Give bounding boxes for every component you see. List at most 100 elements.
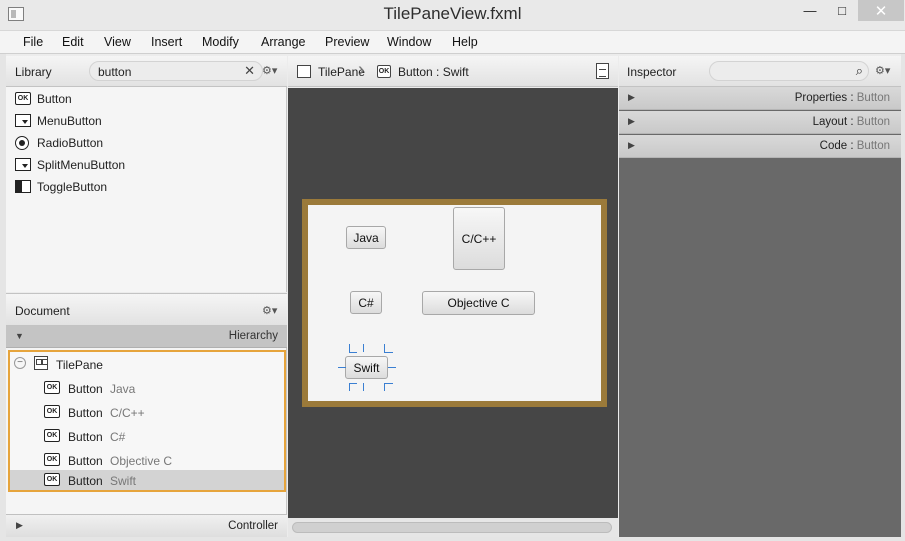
library-title: Library (15, 65, 52, 79)
section-title: Code : Button (819, 140, 890, 152)
tree-row-button-cpp[interactable]: OK Button C/C++ (10, 400, 284, 424)
triangle-right-icon: ▶ (628, 116, 635, 126)
handle-bottom-left-h[interactable] (349, 383, 357, 384)
handle-top-left-h[interactable] (349, 352, 357, 353)
hierarchy-label: Hierarchy (228, 330, 278, 342)
horizontal-scrollbar[interactable] (288, 518, 618, 537)
tree-node-text: C/C++ (110, 406, 145, 420)
triangle-right-icon: ▶ (628, 140, 635, 150)
handle-bottom-right-h[interactable] (384, 383, 393, 384)
tree-row-tilepane[interactable]: − TilePane (10, 352, 284, 376)
hierarchy-tree: − TilePane OK Button Java OK Button C/C+… (8, 350, 286, 492)
tree-node-type: Button (68, 454, 103, 468)
section-target: Button (856, 116, 890, 128)
library-list: OK Button MenuButton RadioButton SplitMe… (6, 88, 287, 198)
library-gear-icon[interactable]: ⚙▾ (262, 64, 277, 77)
breadcrumb-current[interactable]: Button : Swift (398, 65, 469, 79)
tree-node-text: Objective C (110, 454, 173, 468)
canvas-button-cpp[interactable]: C/C++ (453, 207, 505, 270)
menu-window[interactable]: Window (387, 35, 431, 49)
ok-button-icon: OK (44, 381, 60, 394)
library-item-label: MenuButton (37, 114, 102, 128)
hierarchy-section[interactable]: ▼ Hierarchy (6, 326, 287, 348)
search-icon: ⌕ (855, 63, 863, 78)
canvas-button-java[interactable]: Java (346, 226, 386, 249)
inspector-section-properties[interactable]: ▶ Properties : Button (619, 87, 901, 110)
section-title: Layout : Button (812, 116, 890, 128)
triangle-right-icon: ▶ (16, 520, 23, 530)
inspector-panel: Inspector ⌕ ⚙▾ ▶ Properties : Button ▶ L… (619, 56, 901, 537)
document-header: Document ⚙▾ (6, 293, 287, 326)
minimize-button[interactable]: — (796, 0, 824, 21)
breadcrumb: TilePane › OK Button : Swift (288, 56, 618, 87)
library-item-label: SplitMenuButton (37, 158, 126, 172)
handle-top-left-v[interactable] (349, 344, 350, 352)
toggle-button-icon (15, 180, 31, 193)
inspector-gear-icon[interactable]: ⚙▾ (875, 64, 890, 77)
menu-insert[interactable]: Insert (151, 35, 182, 49)
menu-edit[interactable]: Edit (62, 35, 84, 49)
handle-bottom-center[interactable] (363, 383, 364, 391)
menu-button-icon (15, 114, 31, 127)
menu-modify[interactable]: Modify (202, 35, 239, 49)
handle-bottom-left-v[interactable] (349, 383, 350, 391)
inspector-section-code[interactable]: ▶ Code : Button (619, 135, 901, 158)
library-search[interactable]: ✕ (89, 61, 263, 81)
library-item-radiobutton[interactable]: RadioButton (6, 132, 287, 154)
clear-search-icon[interactable]: ✕ (244, 63, 255, 79)
library-item-menubutton[interactable]: MenuButton (6, 110, 287, 132)
document-icon[interactable] (596, 63, 609, 79)
library-header: Library ✕ ⚙▾ (6, 56, 287, 87)
tilepane[interactable]: Java C/C++ C# Objective C Swift (302, 199, 607, 407)
menu-help[interactable]: Help (452, 35, 478, 49)
section-name: Layout (812, 116, 848, 128)
menu-arrange[interactable]: Arrange (261, 35, 305, 49)
handle-top-right-h[interactable] (384, 352, 393, 353)
handle-top-center[interactable] (363, 344, 364, 352)
controller-label: Controller (228, 520, 278, 532)
tree-row-button-java[interactable]: OK Button Java (10, 376, 284, 400)
tree-node-type: Button (68, 474, 103, 488)
radio-button-icon (15, 136, 29, 150)
handle-middle-right[interactable] (388, 367, 396, 368)
close-window-button[interactable]: ✕ (858, 0, 904, 21)
library-search-input[interactable] (98, 64, 238, 79)
inspector-search[interactable]: ⌕ (709, 61, 869, 81)
tree-node-text: Java (110, 382, 136, 396)
handle-bottom-right-v[interactable] (384, 383, 385, 391)
controller-section[interactable]: ▶ Controller (6, 514, 287, 537)
ok-button-icon: OK (44, 429, 60, 442)
ok-button-icon: OK (44, 473, 60, 486)
inspector-search-input[interactable] (718, 64, 838, 79)
tilepane-icon (297, 65, 311, 78)
document-gear-icon[interactable]: ⚙▾ (262, 304, 277, 317)
menu-view[interactable]: View (104, 35, 131, 49)
library-item-label: Button (37, 92, 72, 106)
scrollbar-thumb[interactable] (292, 522, 612, 533)
tree-row-button-csharp[interactable]: OK Button C# (10, 424, 284, 448)
breadcrumb-separator-icon: › (358, 59, 365, 81)
library-item-splitmenubutton[interactable]: SplitMenuButton (6, 154, 287, 176)
canvas-button-swift[interactable]: Swift (345, 356, 388, 379)
canvas-button-csharp[interactable]: C# (350, 291, 382, 314)
inspector-title: Inspector (627, 65, 677, 79)
canvas-button-objc[interactable]: Objective C (422, 291, 535, 315)
inspector-section-layout[interactable]: ▶ Layout : Button (619, 111, 901, 134)
section-target: Button (856, 140, 890, 152)
ok-button-icon: OK (44, 453, 60, 466)
content-canvas[interactable]: Java C/C++ C# Objective C Swift (288, 88, 618, 518)
bottom-frame (0, 537, 905, 541)
menu-file[interactable]: File (23, 35, 43, 49)
collapse-icon[interactable]: − (14, 357, 26, 369)
menu-preview[interactable]: Preview (325, 35, 369, 49)
handle-middle-left[interactable] (338, 367, 346, 368)
handle-top-right-v[interactable] (384, 344, 385, 352)
library-item-togglebutton[interactable]: ToggleButton (6, 176, 287, 198)
section-title: Properties : Button (794, 92, 890, 104)
library-item-button[interactable]: OK Button (6, 88, 287, 110)
maximize-button[interactable]: □ (828, 0, 856, 21)
tree-row-button-swift[interactable]: OK Button Swift (10, 470, 284, 490)
document-panel: Document ⚙▾ ▼ Hierarchy − TilePane OK Bu… (6, 293, 287, 537)
tree-row-button-objc[interactable]: OK Button Objective C (10, 448, 284, 472)
split-menu-button-icon (15, 158, 31, 171)
